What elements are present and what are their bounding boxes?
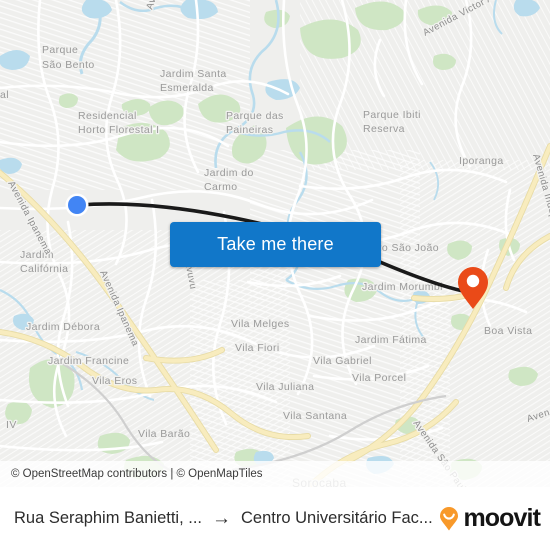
map-place-label: Residencial [78, 110, 137, 122]
route-origin-label[interactable]: Rua Seraphim Banietti, ... [14, 509, 202, 528]
map-place-label: Jardim Fátima [355, 334, 427, 346]
moovit-pin-icon [440, 506, 459, 530]
route-footer-bar: Rua Seraphim Banietti, ... → Centro Univ… [0, 487, 550, 550]
attribution-text[interactable]: © OpenStreetMap contributors | © OpenMap… [11, 468, 263, 480]
take-me-there-label: Take me there [217, 234, 334, 254]
moovit-logo[interactable]: moovit [436, 504, 541, 532]
map-place-label: Reserva [363, 123, 405, 135]
map-place-label: Vila Gabriel [313, 355, 372, 367]
map-place-label: Vila Juliana [256, 381, 314, 393]
map-place-label: Parque [42, 44, 78, 56]
map-place-label: Vila Fiori [235, 342, 280, 354]
map-place-label: São Bento [42, 59, 95, 71]
map-place-label: IV [6, 419, 17, 431]
map-attribution: © OpenStreetMap contributors | © OpenMap… [0, 461, 550, 487]
map-place-label: Vila Barão [138, 428, 190, 440]
arrow-right-icon: → [212, 508, 232, 529]
moovit-route-preview: Parque São Bento Jardim Santa Esmeralda Resi… [0, 0, 550, 550]
take-me-there-button[interactable]: Take me there [170, 222, 381, 267]
map-place-label: Boa Vista [484, 325, 532, 337]
map-place-label: Iporanga [459, 155, 504, 167]
map-place-label: Carmo [204, 181, 238, 193]
moovit-wordmark: moovit [463, 504, 540, 532]
map-place-label: Jardim Francine [48, 355, 129, 367]
origin-marker[interactable] [65, 193, 89, 217]
route-destination-label[interactable]: Centro Universitário Fac... [241, 509, 433, 528]
map-place-label: Paineiras [226, 124, 273, 136]
map-place-label: Jardim Débora [26, 321, 100, 333]
map-place-label: Vila Melges [231, 318, 289, 330]
map-place-label: ro São João [378, 242, 439, 254]
map-place-label: Vila Eros [92, 375, 137, 387]
map-place-label: Califórnia [20, 263, 68, 275]
map-place-label: Vila Santana [283, 410, 347, 422]
map-place-label: al [0, 89, 9, 101]
map-place-label: Jardim do [204, 167, 254, 179]
map-place-label: Vila Porcel [352, 372, 406, 384]
map-place-label: Jardim Santa [160, 68, 227, 80]
map-place-label: Horto Florestal I [78, 124, 160, 136]
map-place-label: Esmeralda [160, 82, 214, 94]
map-place-label: Parque das [226, 110, 284, 122]
map-place-label: Parque Ibiti [363, 109, 421, 121]
